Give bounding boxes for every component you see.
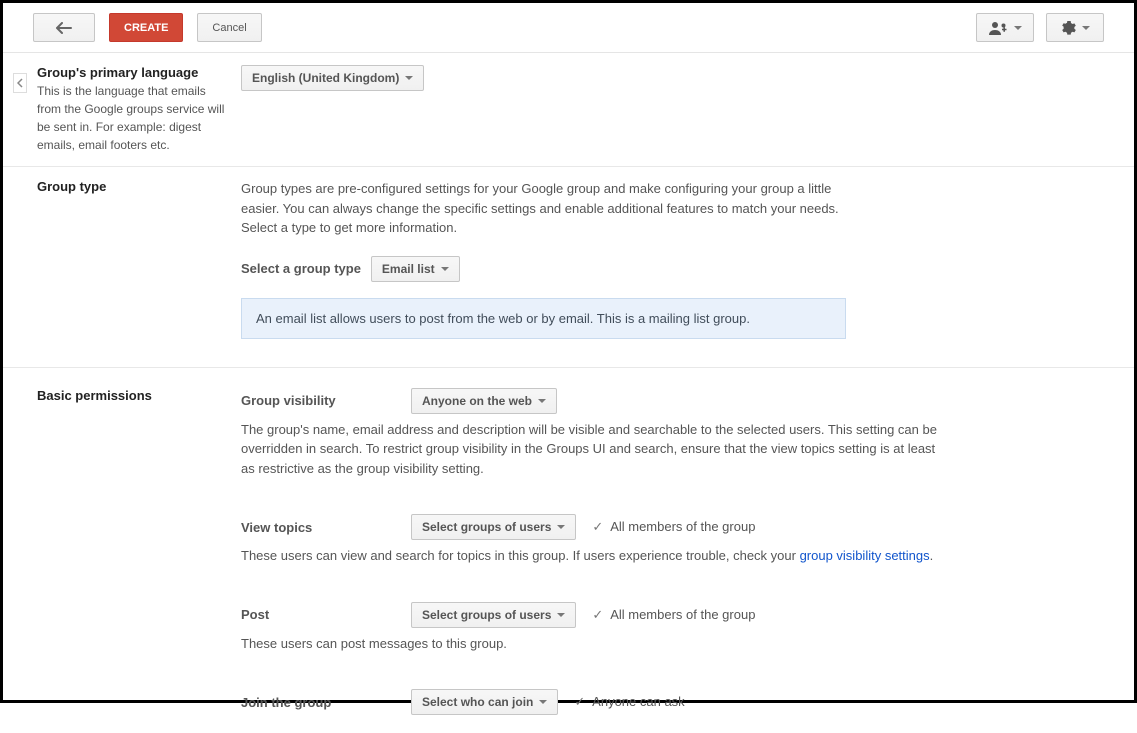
section-primary-language: Group's primary language This is the lan… xyxy=(3,53,1134,167)
caret-down-icon xyxy=(539,700,547,704)
group-visibility-value: Anyone on the web xyxy=(422,394,532,408)
view-topics-label: View topics xyxy=(241,520,395,535)
primary-language-value: English (United Kingdom) xyxy=(252,71,399,85)
view-topics-checked-text: All members of the group xyxy=(610,519,755,534)
group-visibility-help: The group's name, email address and desc… xyxy=(241,420,941,479)
view-topics-help-pre: These users can view and search for topi… xyxy=(241,548,800,563)
group-type-title: Group type xyxy=(37,179,229,194)
primary-language-dropdown[interactable]: English (United Kingdom) xyxy=(241,65,424,91)
cancel-button[interactable]: Cancel xyxy=(197,13,261,42)
group-type-select-label: Select a group type xyxy=(241,261,361,276)
primary-language-title: Group's primary language xyxy=(37,65,229,80)
create-button[interactable]: CREATE xyxy=(109,13,183,42)
caret-down-icon xyxy=(405,76,413,80)
join-checked-text: Anyone can ask xyxy=(592,694,685,709)
post-checked-text: All members of the group xyxy=(610,607,755,622)
group-visibility-settings-link[interactable]: group visibility settings xyxy=(800,548,930,563)
check-icon: ✓ xyxy=(574,694,585,709)
people-menu-button[interactable] xyxy=(976,13,1034,42)
check-icon: ✓ xyxy=(592,519,603,534)
basic-permissions-title: Basic permissions xyxy=(37,388,229,403)
settings-menu-button[interactable] xyxy=(1046,13,1104,42)
caret-down-icon xyxy=(1014,26,1022,30)
caret-down-icon xyxy=(441,267,449,271)
caret-down-icon xyxy=(557,613,565,617)
people-icon xyxy=(988,21,1008,35)
post-dropdown[interactable]: Select groups of users xyxy=(411,602,576,628)
primary-language-description: This is the language that emails from th… xyxy=(37,82,229,154)
group-visibility-label: Group visibility xyxy=(241,393,395,408)
caret-down-icon xyxy=(538,399,546,403)
post-help: These users can post messages to this gr… xyxy=(241,634,861,654)
group-type-value: Email list xyxy=(382,262,435,276)
post-label: Post xyxy=(241,607,395,622)
caret-down-icon xyxy=(1082,26,1090,30)
view-topics-help: These users can view and search for topi… xyxy=(241,546,941,566)
section-group-type: Group type Group types are pre-configure… xyxy=(3,167,1134,368)
view-topics-checked: ✓ All members of the group xyxy=(592,519,755,535)
join-checked: ✓ Anyone can ask xyxy=(574,694,684,710)
group-type-dropdown[interactable]: Email list xyxy=(371,256,460,282)
group-type-infobox: An email list allows users to post from … xyxy=(241,298,846,339)
section-basic-permissions: Basic permissions Group visibility Anyon… xyxy=(3,368,1134,733)
back-button[interactable] xyxy=(33,13,95,42)
gear-icon xyxy=(1060,20,1076,36)
collapse-sidebar-handle[interactable] xyxy=(13,73,27,93)
chevron-left-icon xyxy=(17,78,23,88)
join-value: Select who can join xyxy=(422,695,533,709)
check-icon: ✓ xyxy=(592,607,603,622)
group-type-intro: Group types are pre-configured settings … xyxy=(241,179,861,238)
post-value: Select groups of users xyxy=(422,608,551,622)
back-arrow-icon xyxy=(55,22,73,34)
join-dropdown[interactable]: Select who can join xyxy=(411,689,558,715)
caret-down-icon xyxy=(557,525,565,529)
group-visibility-dropdown[interactable]: Anyone on the web xyxy=(411,388,557,414)
toolbar: CREATE Cancel xyxy=(3,3,1134,53)
join-label: Join the group xyxy=(241,695,395,710)
view-topics-dropdown[interactable]: Select groups of users xyxy=(411,514,576,540)
view-topics-value: Select groups of users xyxy=(422,520,551,534)
post-checked: ✓ All members of the group xyxy=(592,607,755,623)
view-topics-help-post: . xyxy=(930,548,934,563)
